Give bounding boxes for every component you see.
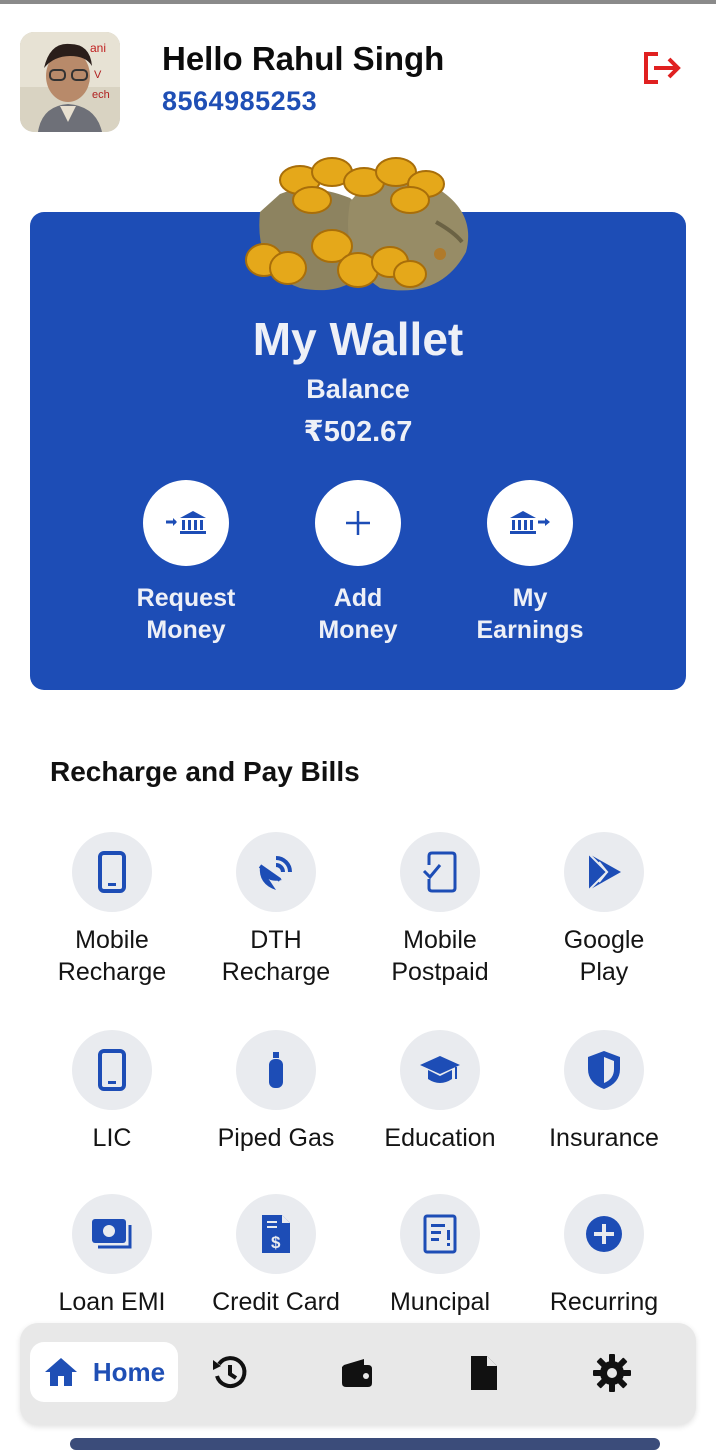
receipt-icon	[400, 1194, 480, 1274]
mobile-icon	[72, 1030, 152, 1110]
service-label: Mobile	[75, 926, 149, 954]
service-label: LIC	[92, 1124, 132, 1152]
service-credit-card[interactable]: $ Credit Card	[196, 1194, 356, 1318]
mobile-check-icon	[400, 832, 480, 912]
google-play-icon	[564, 832, 644, 912]
svg-text:V: V	[94, 69, 102, 81]
service-label: Mobile	[403, 926, 477, 954]
service-education[interactable]: Education	[360, 1030, 520, 1154]
service-mobile-recharge[interactable]: Mobile Recharge	[32, 832, 192, 988]
cash-icon	[72, 1194, 152, 1274]
satellite-dish-icon	[236, 832, 316, 912]
service-label: Recurring	[549, 1288, 659, 1316]
service-label: Muncipal	[389, 1288, 491, 1316]
add-money-label-1: Add	[333, 584, 383, 612]
my-earnings-label-2: Earnings	[476, 616, 584, 644]
svg-text:ani: ani	[90, 41, 106, 55]
service-label: Play	[579, 958, 629, 986]
avatar[interactable]: ani V ech	[20, 32, 120, 132]
service-label: Insurance	[549, 1124, 659, 1152]
history-icon[interactable]	[208, 1351, 252, 1395]
service-label: Credit Card	[212, 1288, 340, 1316]
balance-value: ₹502.67	[303, 416, 413, 448]
status-divider	[0, 0, 716, 4]
wallet-title: My Wallet	[252, 313, 464, 365]
gear-icon[interactable]	[590, 1351, 634, 1395]
service-label: Google	[563, 926, 645, 954]
invoice-dollar-icon: $	[236, 1194, 316, 1274]
graduation-cap-icon	[400, 1030, 480, 1110]
balance-label: Balance	[306, 374, 410, 404]
phone-number: 8564985253	[162, 86, 318, 116]
section-title: Recharge and Pay Bills	[50, 756, 360, 787]
service-label: Piped Gas	[217, 1124, 335, 1152]
service-label: Loan EMI	[58, 1288, 166, 1316]
bottom-indicator	[70, 1438, 660, 1450]
service-label: Education	[384, 1124, 496, 1152]
service-mobile-postpaid[interactable]: Mobile Postpaid	[360, 832, 520, 988]
service-label: Recharge	[57, 958, 167, 986]
add-money-label-2: Money	[318, 616, 398, 644]
my-earnings-button[interactable]: My Earnings	[445, 480, 615, 646]
service-label: Postpaid	[391, 958, 489, 986]
request-money-label-1: Request	[136, 584, 236, 612]
bank-in-icon	[143, 480, 229, 566]
shield-icon	[564, 1030, 644, 1110]
nav-home-label: Home	[92, 1356, 166, 1387]
my-earnings-label-1: My	[512, 584, 548, 612]
service-muncipal[interactable]: Muncipal	[360, 1194, 520, 1318]
document-icon[interactable]	[462, 1351, 506, 1395]
bottom-nav: Home	[20, 1323, 696, 1425]
service-recurring[interactable]: Recurring	[524, 1194, 684, 1318]
money-bags-image	[240, 142, 480, 298]
gas-bottle-icon	[236, 1030, 316, 1110]
service-label: DTH	[250, 926, 302, 954]
service-google-play[interactable]: Google Play	[524, 832, 684, 988]
bank-out-icon	[487, 480, 573, 566]
plus-circle-icon	[564, 1194, 644, 1274]
plus-icon	[315, 480, 401, 566]
add-money-button[interactable]: Add Money	[273, 480, 443, 646]
request-money-button[interactable]: Request Money	[101, 480, 271, 646]
greeting-text: Hello Rahul Singh	[162, 40, 445, 77]
request-money-label-2: Money	[146, 616, 226, 644]
home-icon	[44, 1358, 77, 1386]
svg-text:$: $	[271, 1233, 281, 1252]
service-dth-recharge[interactable]: DTH Recharge	[196, 832, 356, 988]
wallet-icon[interactable]	[336, 1351, 380, 1395]
service-insurance[interactable]: Insurance	[524, 1030, 684, 1154]
nav-home[interactable]: Home	[30, 1342, 178, 1402]
svg-text:ech: ech	[92, 89, 110, 101]
service-label: Recharge	[221, 958, 331, 986]
mobile-icon	[72, 832, 152, 912]
service-loan-emi[interactable]: Loan EMI	[32, 1194, 192, 1318]
service-lic[interactable]: LIC	[32, 1030, 192, 1154]
service-piped-gas[interactable]: Piped Gas	[196, 1030, 356, 1154]
logout-icon[interactable]	[640, 48, 684, 88]
